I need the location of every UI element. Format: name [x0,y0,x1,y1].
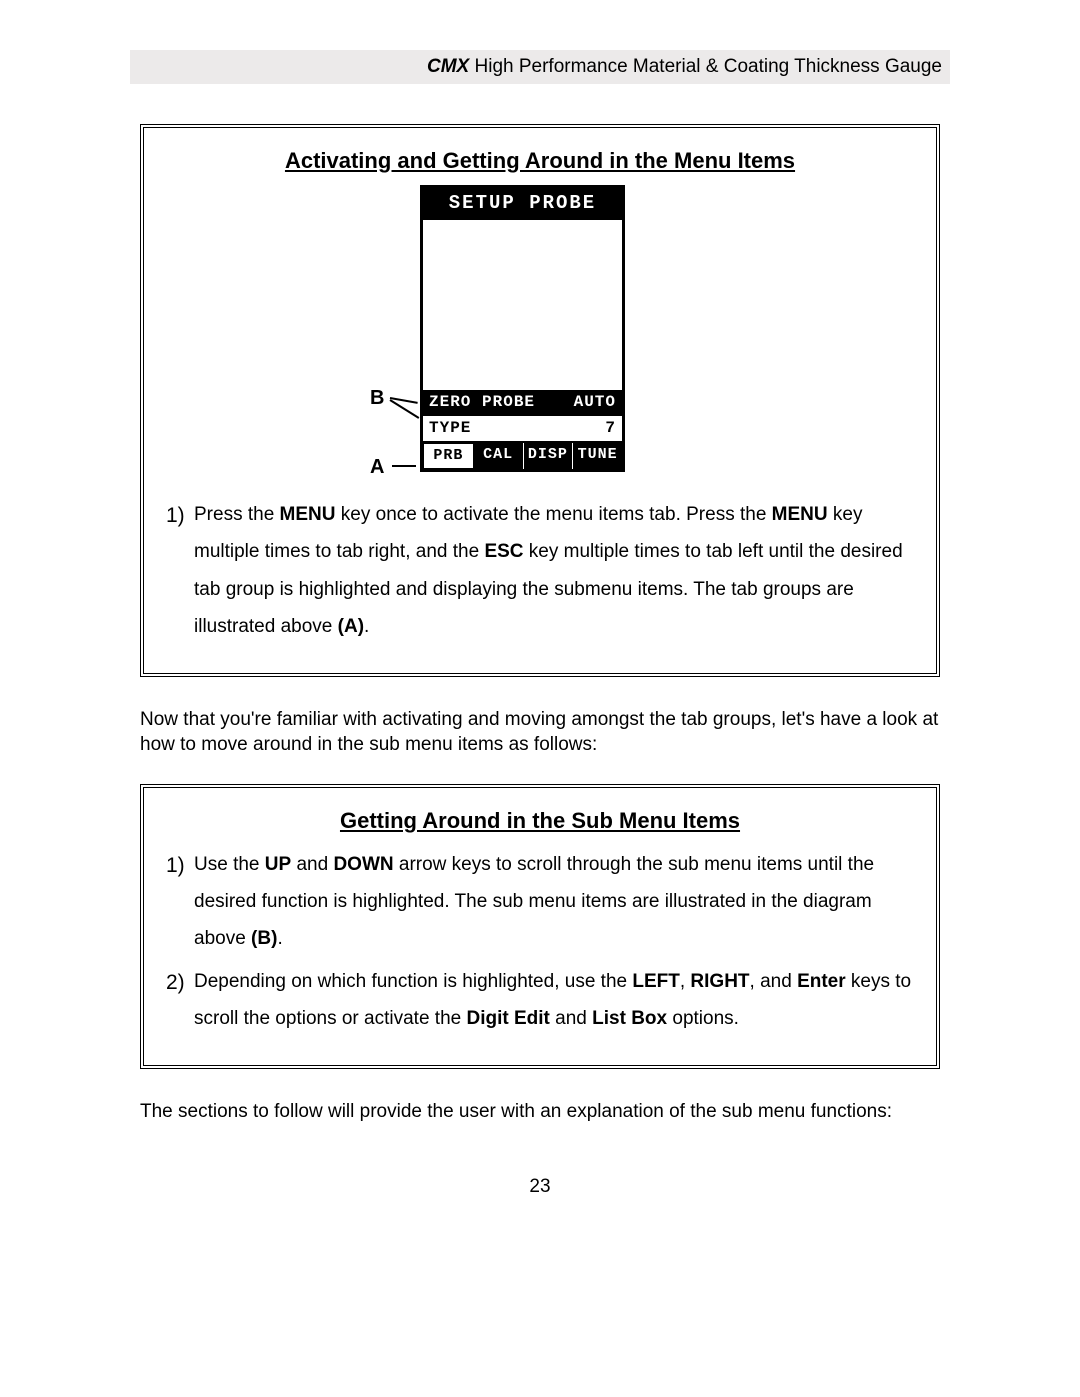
lcd-title: SETUP PROBE [423,188,622,220]
step-number: 2) [166,963,194,1037]
header-rest: High Performance Material & Coating Thic… [469,56,942,77]
step-number: 1) [166,846,194,957]
step-text: Depending on which function is highlight… [194,963,914,1037]
page-number: 23 [0,1174,1080,1200]
lcd-screen: SETUP PROBE ZERO PROBE AUTO TYPE 7 PRB C… [420,185,625,472]
box-sub-menu: Getting Around in the Sub Menu Items 1) … [140,784,940,1069]
step-text: Press the MENU key once to activate the … [194,496,914,644]
page-header: CMX High Performance Material & Coating … [130,50,950,84]
callout-label-b: B [370,385,384,412]
end-paragraph: The sections to follow will provide the … [140,1099,940,1125]
lcd-cell: AUTO [574,392,616,414]
callout-line-icon [392,465,416,467]
lcd-tab-prb: PRB [423,443,474,469]
lcd-row-type: TYPE 7 [423,416,622,442]
header-brand: CMX [427,56,469,77]
lcd-cell: TYPE [429,418,471,440]
lcd-cell: 7 [605,418,616,440]
lcd-tab-cal: CAL [474,443,524,469]
box1-title: Activating and Getting Around in the Men… [166,146,914,176]
box1-step-1: 1) Press the MENU key once to activate t… [166,496,914,644]
box2-step-2: 2) Depending on which function is highli… [166,963,914,1037]
mid-paragraph: Now that you're familiar with activating… [140,707,940,758]
callout-label-a: A [370,454,384,481]
lcd-diagram: B A SETUP PROBE ZERO PROBE AUTO TYPE 7 P… [410,185,670,472]
lcd-blank-area [423,220,622,390]
step-text: Use the UP and DOWN arrow keys to scroll… [194,846,914,957]
lcd-tab-disp: DISP [524,443,574,469]
lcd-row-zero-probe: ZERO PROBE AUTO [423,390,622,416]
step-number: 1) [166,496,194,644]
box2-step-1: 1) Use the UP and DOWN arrow keys to scr… [166,846,914,957]
lcd-tab-tune: TUNE [573,443,622,469]
box-activating-menu: Activating and Getting Around in the Men… [140,124,940,677]
box2-title: Getting Around in the Sub Menu Items [166,806,914,836]
lcd-tab-bar: PRB CAL DISP TUNE [423,441,622,469]
lcd-cell: ZERO PROBE [429,392,535,414]
